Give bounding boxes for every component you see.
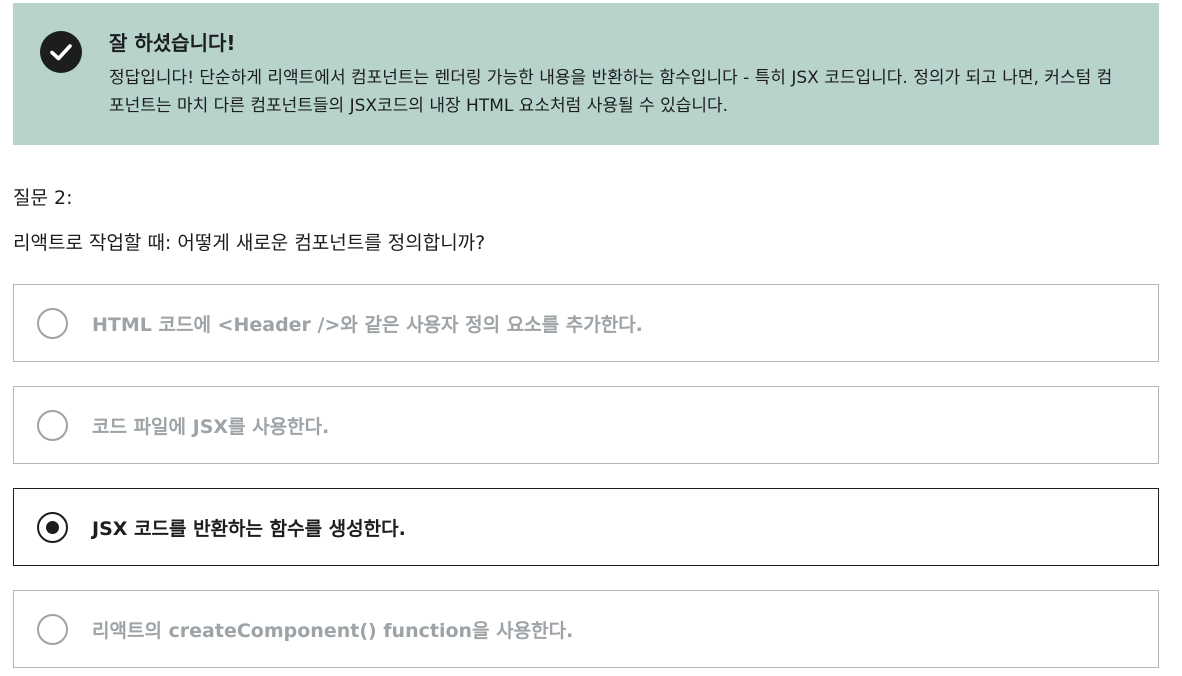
answer-option-1[interactable]: HTML 코드에 <Header />와 같은 사용자 정의 요소를 추가한다. — [13, 284, 1159, 362]
answer-option-label: 리액트의 createComponent() function을 사용한다. — [92, 619, 574, 642]
answer-option-4[interactable]: 리액트의 createComponent() function을 사용한다. — [13, 590, 1159, 668]
check-circle-icon — [40, 31, 82, 73]
radio-button-selected[interactable] — [37, 511, 68, 543]
radio-button[interactable] — [37, 613, 68, 645]
question-text: 리액트로 작업할 때: 어떻게 새로운 컴포넌트를 정의합니까? — [13, 232, 486, 254]
answer-option-label: HTML 코드에 <Header />와 같은 사용자 정의 요소를 추가한다. — [92, 313, 643, 336]
radio-button[interactable] — [37, 307, 68, 339]
feedback-title: 잘 하셨습니다! — [109, 31, 236, 55]
question-number: 질문 2: — [13, 187, 73, 209]
feedback-text: 잘 하셨습니다! 정답입니다! 단순하게 리액트에서 컴포넌트는 렌더링 가능한… — [109, 27, 1119, 145]
radio-selected-dot — [46, 520, 59, 534]
answer-option-label: JSX 코드를 반환하는 함수를 생성한다. — [92, 517, 406, 540]
answer-option-label: 코드 파일에 JSX를 사용한다. — [92, 415, 330, 438]
feedback-banner: 잘 하셨습니다! 정답입니다! 단순하게 리액트에서 컴포넌트는 렌더링 가능한… — [13, 3, 1159, 145]
answer-option-2[interactable]: 코드 파일에 JSX를 사용한다. — [13, 386, 1159, 464]
radio-button[interactable] — [37, 409, 68, 441]
feedback-body: 정답입니다! 단순하게 리액트에서 컴포넌트는 렌더링 가능한 내용을 반환하는… — [109, 68, 1113, 116]
answer-option-3[interactable]: JSX 코드를 반환하는 함수를 생성한다. — [13, 488, 1159, 566]
